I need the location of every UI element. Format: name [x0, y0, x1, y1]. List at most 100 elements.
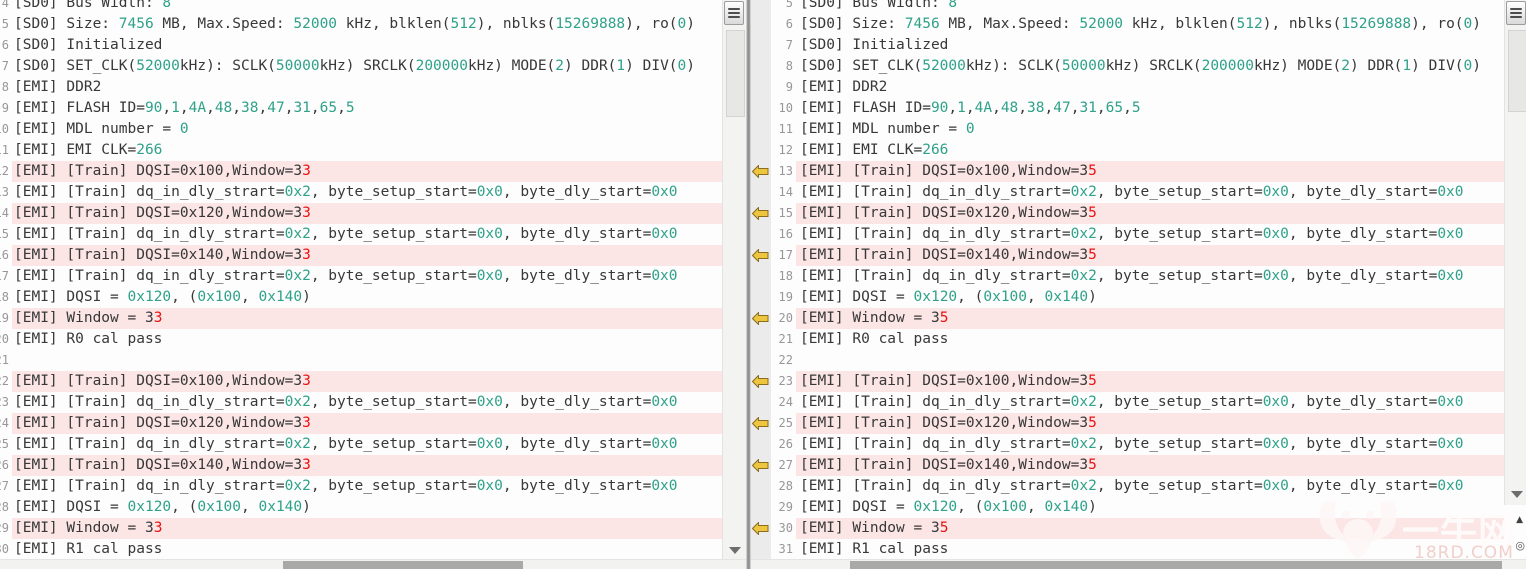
line-text: [EMI] DDR2	[14, 79, 102, 95]
line-number: 8	[785, 59, 793, 73]
changed-line-arrow-icon	[751, 518, 771, 539]
line-number: 15	[0, 227, 9, 241]
line-number: 26	[778, 437, 793, 451]
changed-line-arrow-icon	[751, 245, 771, 266]
line-text: [EMI] DQSI = 0x120, (0x100, 0x140)	[14, 499, 311, 515]
code-line: 7 [SD0] SET_CLK(52000kHz): SCLK(50000kHz)…	[0, 56, 722, 77]
line-number: 22	[0, 374, 9, 388]
line-number: 22	[778, 353, 793, 367]
line-number: 11	[0, 143, 9, 157]
line-number: 16	[778, 227, 793, 241]
line-number: 26	[0, 458, 9, 472]
line-number: 27	[0, 479, 9, 493]
scroll-grip-icon[interactable]	[724, 1, 744, 25]
right-code-rows: 5 [SD0] Bus Width: 8 6 [SD0] Size: 7456 MB,…	[751, 0, 1504, 560]
left-vertical-scrollbar-thumb[interactable]	[726, 30, 745, 117]
code-line: 9 [EMI] DDR2	[751, 77, 1504, 98]
change-marker-cell	[751, 119, 771, 140]
line-text: [EMI] [Train] dq_in_dly_strart=0x2, byte…	[14, 478, 678, 494]
line-text: [SD0] Bus Width: 8	[800, 0, 958, 11]
line-number: 24	[778, 395, 793, 409]
change-marker-cell	[751, 539, 771, 560]
code-line: 28 [EMI] DQSI = 0x120, (0x100, 0x140)	[0, 497, 722, 518]
line-number: 18	[0, 290, 9, 304]
right-horizontal-scrollbar[interactable]	[751, 559, 1526, 569]
left-horizontal-scrollbar-thumb[interactable]	[283, 561, 523, 569]
code-line: 25 [EMI] [Train] dq_in_dly_strart=0x2, by…	[0, 434, 722, 455]
scroll-down-arrow-icon[interactable]	[729, 547, 741, 554]
line-text: [EMI] [Train] DQSI=0x120,Window=33	[12, 413, 722, 434]
line-number: 28	[0, 500, 9, 514]
line-text: [EMI] Window = 35	[796, 308, 1504, 329]
compare-window: 4 [SD0] Bus Width: 8 5 [SD0] Size: 7456 MB,…	[0, 0, 1526, 569]
line-number: 11	[778, 122, 793, 136]
line-number: 31	[778, 542, 793, 556]
right-vertical-scrollbar-thumb[interactable]	[1508, 30, 1526, 112]
line-number: 17	[0, 269, 9, 283]
code-line: 5 [SD0] Size: 7456 MB, Max.Speed: 52000 k…	[0, 14, 722, 35]
line-text: [EMI] R0 cal pass	[800, 331, 949, 347]
line-text: [EMI] R1 cal pass	[800, 541, 949, 557]
line-number: 19	[0, 311, 9, 325]
code-line: 12[EMI] [Train] DQSI=0x100,Window=33	[0, 161, 722, 182]
line-number: 14	[778, 185, 793, 199]
code-line: 17 [EMI] [Train] DQSI=0x140,Window=35	[751, 245, 1504, 266]
code-line: 13 [EMI] [Train] DQSI=0x100,Window=35	[751, 161, 1504, 182]
line-text: [EMI] [Train] DQSI=0x100,Window=33	[12, 161, 722, 182]
code-line: 15 [EMI] [Train] dq_in_dly_strart=0x2, by…	[0, 224, 722, 245]
code-line: 30 [EMI] R1 cal pass	[0, 539, 722, 560]
code-line: 14 [EMI] [Train] dq_in_dly_strart=0x2, by…	[751, 182, 1504, 203]
code-line: 11 [EMI] MDL number = 0	[751, 119, 1504, 140]
line-text: [EMI] DQSI = 0x120, (0x100, 0x140)	[14, 289, 311, 305]
line-text: [EMI] [Train] dq_in_dly_strart=0x2, byte…	[800, 184, 1464, 200]
change-marker-cell	[751, 476, 771, 497]
line-number: 20	[0, 332, 9, 346]
line-text: [EMI] EMI CLK=266	[800, 142, 949, 158]
code-line: 7 [SD0] Initialized	[751, 35, 1504, 56]
line-number: 18	[778, 269, 793, 283]
right-horizontal-scrollbar-thumb[interactable]	[850, 561, 1502, 569]
line-text: [EMI] [Train] DQSI=0x140,Window=33	[12, 245, 722, 266]
changed-line-arrow-icon	[751, 308, 771, 329]
line-text: [EMI] MDL number = 0	[800, 121, 975, 137]
change-marker-cell	[751, 287, 771, 308]
scroll-down-arrow-icon[interactable]	[1511, 491, 1523, 498]
left-code-rows: 4 [SD0] Bus Width: 8 5 [SD0] Size: 7456 MB,…	[0, 0, 722, 560]
line-number: 29	[0, 521, 9, 535]
line-number: 10	[778, 101, 793, 115]
line-number: 25	[778, 416, 793, 430]
line-text: [EMI] R1 cal pass	[14, 541, 163, 557]
code-line: 13 [EMI] [Train] dq_in_dly_strart=0x2, by…	[0, 182, 722, 203]
change-marker-cell	[751, 56, 771, 77]
left-vertical-scrollbar[interactable]	[722, 0, 746, 559]
scroll-grip-icon[interactable]	[1506, 1, 1526, 25]
right-vertical-scrollbar[interactable]	[1504, 0, 1526, 505]
code-line: 6 [SD0] Size: 7456 MB, Max.Speed: 52000 k…	[751, 14, 1504, 35]
code-line: 26 [EMI] [Train] dq_in_dly_strart=0x2, by…	[751, 434, 1504, 455]
line-number: 7	[1, 59, 9, 73]
left-horizontal-scrollbar[interactable]	[0, 559, 746, 569]
code-line: 5 [SD0] Bus Width: 8	[751, 0, 1504, 14]
code-line: 20 [EMI] R0 cal pass	[0, 329, 722, 350]
code-line: 9 [EMI] FLASH ID=90,1,4A,48,38,47,31,65,5	[0, 98, 722, 119]
change-marker-cell	[751, 329, 771, 350]
change-marker-cell	[751, 14, 771, 35]
code-line: 28 [EMI] [Train] dq_in_dly_strart=0x2, by…	[751, 476, 1504, 497]
code-line: 21	[0, 350, 722, 371]
line-number: 27	[778, 458, 793, 472]
line-text: [EMI] MDL number = 0	[14, 121, 189, 137]
right-editor-pane[interactable]: 5 [SD0] Bus Width: 8 6 [SD0] Size: 7456 MB,…	[751, 0, 1526, 569]
line-text: [EMI] Window = 35	[796, 518, 1504, 539]
line-text: [EMI] Window = 33	[12, 308, 722, 329]
line-number: 24	[0, 416, 9, 430]
changed-line-arrow-icon	[751, 203, 771, 224]
code-line: 14[EMI] [Train] DQSI=0x120,Window=33	[0, 203, 722, 224]
code-line: 16 [EMI] [Train] dq_in_dly_strart=0x2, by…	[751, 224, 1504, 245]
line-text: [EMI] EMI CLK=266	[14, 142, 163, 158]
left-editor-pane[interactable]: 4 [SD0] Bus Width: 8 5 [SD0] Size: 7456 MB,…	[0, 0, 746, 569]
line-text: [EMI] FLASH ID=90,1,4A,48,38,47,31,65,5	[14, 100, 355, 116]
change-marker-cell	[751, 182, 771, 203]
line-number: 7	[785, 38, 793, 52]
line-text: [EMI] [Train] DQSI=0x100,Window=35	[796, 371, 1504, 392]
line-text: [SD0] SET_CLK(52000kHz): SCLK(50000kHz) …	[800, 58, 1482, 74]
